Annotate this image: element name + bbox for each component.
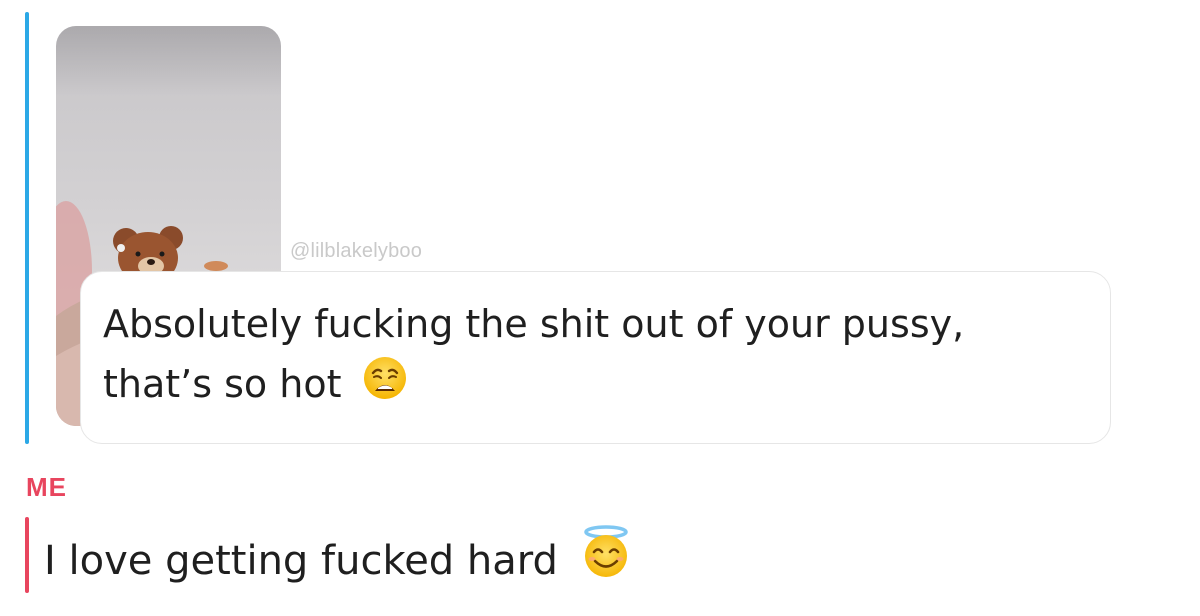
friend-thread-indicator: [25, 12, 29, 444]
my-thread-indicator: [25, 517, 29, 593]
caption-text-1: Absolutely fucking the shit out of your …: [103, 302, 965, 346]
chat-screen: @lilblakelyboo Absolutely fucking the sh…: [0, 0, 1200, 616]
snap-caption-bubble: Absolutely fucking the shit out of your …: [80, 271, 1111, 444]
caption-line-1: Absolutely fucking the shit out of your …: [103, 294, 1110, 354]
weary-face-icon: [362, 355, 408, 418]
sender-label: ME: [26, 472, 67, 502]
caption-text-2: that’s so hot: [103, 362, 342, 406]
caption-line-2: that’s so hot: [103, 354, 1110, 418]
watermark-username: @lilblakelyboo: [290, 240, 423, 262]
my-message-text: I love getting fucked hard: [44, 538, 558, 584]
my-message[interactable]: I love getting fucked hard: [44, 524, 633, 602]
smiling-face-with-halo-icon: [579, 524, 633, 602]
